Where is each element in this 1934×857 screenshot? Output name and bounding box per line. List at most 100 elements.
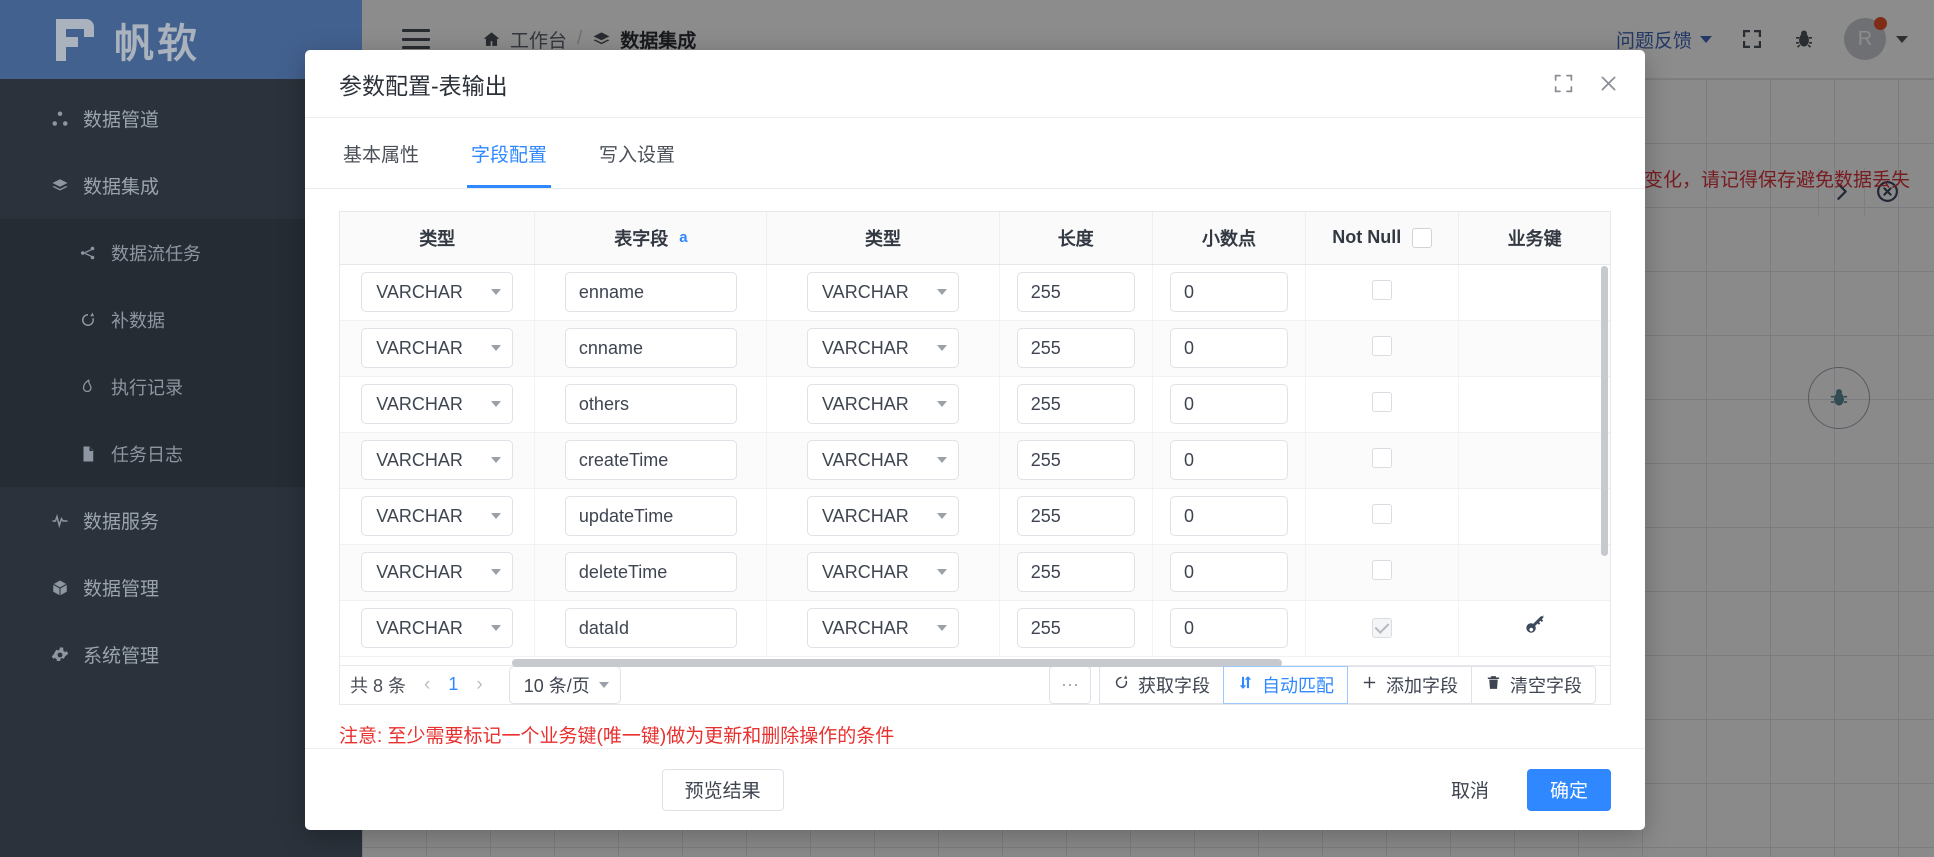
cell-source-type: VARCHAR <box>340 320 536 377</box>
source-type-select[interactable]: VARCHAR <box>361 552 514 592</box>
field-name-input[interactable]: deleteTime <box>564 552 737 592</box>
chevron-down-icon <box>491 513 502 519</box>
source-type-value: VARCHAR <box>376 505 463 526</box>
field-name-value: cnname <box>578 337 643 358</box>
cell-source-type: VARCHAR <box>340 600 536 657</box>
chevron-down-icon <box>937 289 948 295</box>
table-row: VARCHAR cnname VARCHAR 255 0 <box>340 320 1610 377</box>
dialog-header: 参数配置-表输出 <box>305 50 1645 118</box>
target-type-select[interactable]: VARCHAR <box>807 384 960 424</box>
col-not-null: Not Null <box>1305 212 1460 265</box>
field-name-input[interactable]: dataId <box>564 608 737 648</box>
not-null-checkbox[interactable] <box>1372 335 1393 356</box>
source-type-value: VARCHAR <box>376 281 463 302</box>
chevron-down-icon <box>491 345 502 351</box>
maximize-icon[interactable] <box>1553 73 1574 94</box>
clear-fields-button[interactable]: 清空字段 <box>1471 665 1596 704</box>
field-name-input[interactable]: cnname <box>564 328 737 368</box>
pagination-next[interactable]: › <box>476 674 482 696</box>
not-null-checkbox[interactable] <box>1372 559 1393 580</box>
cell-business-key <box>1458 376 1610 433</box>
cell-length: 255 <box>999 376 1153 433</box>
field-name-input[interactable]: enname <box>564 272 737 312</box>
field-name-input[interactable]: createTime <box>564 440 737 480</box>
fetch-fields-button[interactable]: 获取字段 <box>1099 665 1224 704</box>
tab-write-settings[interactable]: 写入设置 <box>595 118 679 188</box>
target-type-select[interactable]: VARCHAR <box>807 496 960 536</box>
confirm-button[interactable]: 确定 <box>1526 768 1611 811</box>
table-row: VARCHAR deleteTime VARCHAR 255 0 <box>340 544 1610 601</box>
auto-match-button[interactable]: 自动匹配 <box>1223 665 1348 704</box>
scale-input[interactable]: 0 <box>1169 552 1288 592</box>
length-value: 255 <box>1030 617 1061 638</box>
source-type-select[interactable]: VARCHAR <box>361 608 514 648</box>
length-input[interactable]: 255 <box>1016 272 1135 312</box>
field-name-input[interactable]: updateTime <box>564 496 737 536</box>
length-input[interactable]: 255 <box>1016 496 1135 536</box>
scale-input[interactable]: 0 <box>1169 272 1288 312</box>
parameter-config-dialog: 参数配置-表输出 基本属性 字段配置 写入设置 类型 表字段 a 类型 长度 小… <box>305 50 1645 830</box>
sidebar-item-label: 数据服务 <box>83 512 160 533</box>
not-null-checkbox[interactable] <box>1372 279 1393 300</box>
preview-result-button[interactable]: 预览结果 <box>661 768 784 811</box>
dialog-header-actions <box>1553 73 1619 94</box>
target-type-value: VARCHAR <box>822 281 909 302</box>
page-size-select[interactable]: 10 条/页 <box>508 665 621 704</box>
scale-value: 0 <box>1183 281 1194 302</box>
cancel-button[interactable]: 取消 <box>1429 769 1511 811</box>
log-file-icon <box>78 444 98 464</box>
cell-business-key <box>1458 600 1610 657</box>
length-input[interactable]: 255 <box>1016 384 1135 424</box>
target-type-select[interactable]: VARCHAR <box>807 272 960 312</box>
scrollbar-thumb[interactable] <box>512 658 1282 667</box>
length-input[interactable]: 255 <box>1016 552 1135 592</box>
table-action-buttons: ··· 获取字段 自动匹配 添加字段 清空字段 <box>1049 665 1596 704</box>
pagination-page-1[interactable]: 1 <box>448 674 458 695</box>
source-type-select[interactable]: VARCHAR <box>361 440 514 480</box>
col-label: Not Null <box>1332 227 1402 248</box>
key-icon[interactable] <box>1522 613 1548 639</box>
cell-not-null <box>1305 432 1460 489</box>
table-vertical-scrollbar[interactable] <box>1601 266 1608 556</box>
target-type-select[interactable]: VARCHAR <box>807 552 960 592</box>
table-horizontal-scrollbar[interactable] <box>339 656 1611 667</box>
target-type-select[interactable]: VARCHAR <box>807 608 960 648</box>
tab-field-config[interactable]: 字段配置 <box>467 118 552 188</box>
source-type-value: VARCHAR <box>376 617 463 638</box>
scale-input[interactable]: 0 <box>1169 608 1288 648</box>
source-type-select[interactable]: VARCHAR <box>361 272 514 312</box>
cell-source-type: VARCHAR <box>340 264 536 321</box>
more-actions-button[interactable]: ··· <box>1049 665 1091 704</box>
close-icon[interactable] <box>1598 73 1619 94</box>
not-null-checkbox[interactable] <box>1372 447 1393 468</box>
length-input[interactable]: 255 <box>1016 608 1135 648</box>
cell-target-type: VARCHAR <box>766 544 1000 601</box>
col-business-key: 业务键 <box>1458 212 1610 265</box>
not-null-select-all-checkbox[interactable] <box>1412 227 1433 248</box>
scale-input[interactable]: 0 <box>1169 384 1288 424</box>
table-row: VARCHAR others VARCHAR 255 0 <box>340 376 1610 433</box>
cell-field-name: dataId <box>534 600 768 657</box>
scale-input[interactable]: 0 <box>1169 496 1288 536</box>
field-name-input[interactable]: others <box>564 384 737 424</box>
tab-basic-properties[interactable]: 基本属性 <box>339 118 423 188</box>
sort-indicator-icon[interactable]: a <box>679 229 687 246</box>
not-null-checkbox[interactable] <box>1372 391 1393 412</box>
length-input[interactable]: 255 <box>1016 440 1135 480</box>
target-type-select[interactable]: VARCHAR <box>807 440 960 480</box>
cell-business-key <box>1458 264 1610 321</box>
source-type-select[interactable]: VARCHAR <box>361 496 514 536</box>
pagination-prev[interactable]: ‹ <box>424 674 430 696</box>
length-input[interactable]: 255 <box>1016 328 1135 368</box>
source-type-select[interactable]: VARCHAR <box>361 328 514 368</box>
cell-field-name: deleteTime <box>534 544 768 601</box>
scale-input[interactable]: 0 <box>1169 328 1288 368</box>
add-field-button[interactable]: 添加字段 <box>1347 665 1472 704</box>
not-null-checkbox[interactable] <box>1372 503 1393 524</box>
source-type-select[interactable]: VARCHAR <box>361 384 514 424</box>
field-mapping-table: 类型 表字段 a 类型 长度 小数点 Not Null 业务键 VARCHAR … <box>340 212 1610 657</box>
scale-input[interactable]: 0 <box>1169 440 1288 480</box>
target-type-select[interactable]: VARCHAR <box>807 328 960 368</box>
not-null-checkbox[interactable] <box>1372 618 1393 638</box>
col-label: 业务键 <box>1507 228 1562 249</box>
